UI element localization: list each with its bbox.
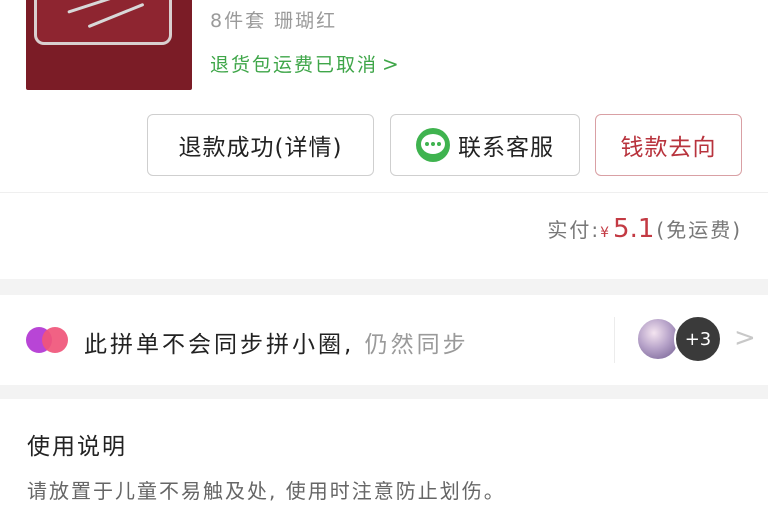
chevron-right-icon: > <box>734 323 756 353</box>
shipping-note: (免运费) <box>656 218 742 242</box>
section-gap <box>0 279 768 295</box>
return-shipping-link[interactable]: 退货包运费已取消 > <box>210 50 401 77</box>
product-section: 8件套 珊瑚红 退货包运费已取消 > 退款成功(详情) 联系客服 钱款去向 <box>0 0 768 192</box>
product-spec: 8件套 珊瑚红 <box>210 10 338 32</box>
product-thumbnail[interactable] <box>26 0 192 90</box>
money-destination-label: 钱款去向 <box>620 135 717 161</box>
usage-title: 使用说明 <box>27 434 127 460</box>
sync-circle-row[interactable]: 此拼单不会同步拼小圈, 仍然同步 +3 > <box>0 295 768 385</box>
sync-circle-message: 此拼单不会同步拼小圈, <box>84 332 355 358</box>
payment-amount: 5.1 <box>613 214 655 244</box>
refund-details-button[interactable]: 退款成功(详情) <box>147 114 374 176</box>
payment-label: 实付: <box>547 218 601 242</box>
usage-section: 使用说明 请放置于儿童不易触及处, 使用时注意防止划伤。 <box>0 399 768 510</box>
payment-summary: 实付: ¥ 5.1 (免运费) <box>547 214 742 244</box>
divider <box>0 192 768 193</box>
section-gap <box>0 385 768 399</box>
contact-service-button[interactable]: 联系客服 <box>390 114 580 176</box>
sync-anyway-text: 仍然同步 <box>364 332 469 358</box>
usage-body: 请放置于儿童不易触及处, 使用时注意防止划伤。 <box>27 479 506 503</box>
refund-details-label: 退款成功(详情) <box>178 135 343 161</box>
thumbnail-case-graphic <box>34 0 172 45</box>
currency-symbol: ¥ <box>600 225 612 241</box>
sync-circle-text: 此拼单不会同步拼小圈, 仍然同步 <box>84 325 469 359</box>
money-destination-button[interactable]: 钱款去向 <box>595 114 742 176</box>
return-shipping-text: 退货包运费已取消 <box>210 54 379 76</box>
chevron-right-icon: > <box>382 51 401 76</box>
pinxiaoquan-logo-icon <box>26 327 70 353</box>
contact-service-label: 联系客服 <box>458 135 554 161</box>
divider <box>614 317 615 363</box>
wechat-chat-icon <box>416 128 450 162</box>
more-avatars-badge: +3 <box>674 315 722 363</box>
